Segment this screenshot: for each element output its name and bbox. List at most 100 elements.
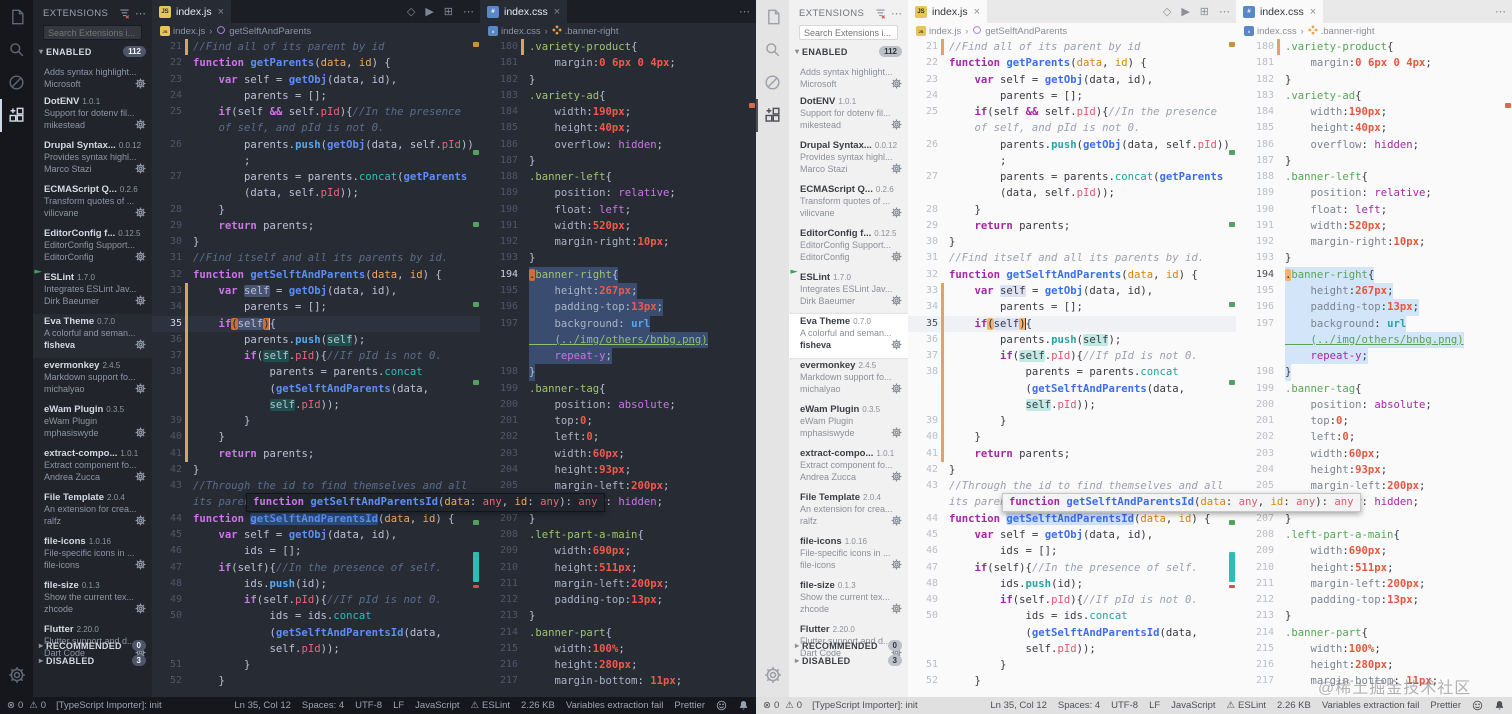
gear-icon[interactable] (891, 339, 902, 350)
gear-icon[interactable] (891, 119, 902, 130)
gear-icon[interactable] (135, 471, 146, 482)
status-javascript[interactable]: JavaScript (1171, 700, 1215, 711)
gear-icon[interactable] (135, 383, 146, 394)
circle-slash-icon[interactable] (756, 66, 789, 99)
extension-item[interactable]: file-size 0.1.3 Show the current tex... zhc… (33, 578, 152, 622)
close-icon[interactable]: × (1310, 6, 1316, 18)
code-editor-css[interactable]: 180 .variety-product{181 margin:0 6px 0 4… (480, 39, 756, 697)
status-lf[interactable]: LF (1149, 700, 1160, 711)
status-spaces-4[interactable]: Spaces: 4 (302, 700, 344, 711)
play-icon[interactable]: ▶ (1181, 5, 1189, 18)
status-lf[interactable]: LF (393, 700, 404, 711)
extension-item[interactable]: File Template 2.0.4 An extension for crea.… (33, 490, 152, 534)
extension-item[interactable]: DotENV 1.0.1 Support for dotenv fil... mike… (789, 94, 908, 138)
status-eslint[interactable]: ⚠ ESLint (1227, 700, 1267, 711)
gear-icon[interactable] (891, 163, 902, 174)
more-actions-icon[interactable]: ⋯ (739, 5, 750, 18)
extension-item[interactable]: extract-compo... 1.0.1 Extract component f… (33, 446, 152, 490)
extension-item[interactable]: ESLint 1.7.0 Integrates ESLint Jav... Dirk … (33, 269, 152, 314)
section-recommended[interactable]: ▸ RECOMMENDED 0 (789, 638, 908, 653)
gear-icon[interactable] (135, 163, 146, 174)
play-icon[interactable]: ▶ (425, 5, 433, 18)
breadcrumb-item[interactable]: JS index.js (160, 26, 205, 37)
gear-icon[interactable] (135, 559, 146, 570)
breadcrumb-item[interactable]: .banner-right (551, 24, 618, 38)
status-spaces-4[interactable]: Spaces: 4 (1058, 700, 1100, 711)
extensions-icon[interactable] (756, 99, 789, 132)
gear-icon[interactable] (891, 78, 902, 89)
search-extensions-input[interactable] (43, 25, 142, 40)
extension-item[interactable]: eWam Plugin 0.3.5 eWam Plugin mphasiswyde (789, 402, 908, 446)
close-icon[interactable]: × (974, 6, 980, 18)
gear-icon[interactable] (891, 471, 902, 482)
section-enabled[interactable]: ▾ ENABLED 112 (33, 44, 152, 59)
status-ln-35-col-12[interactable]: Ln 35, Col 12 (990, 700, 1047, 711)
extension-item[interactable]: extract-compo... 1.0.1 Extract component f… (789, 446, 908, 490)
bell-icon[interactable] (1494, 700, 1505, 711)
status-prettier[interactable]: Prettier (674, 700, 705, 711)
gear-icon[interactable] (135, 427, 146, 438)
gear-icon[interactable] (891, 427, 902, 438)
more-actions-icon[interactable]: ⋯ (463, 5, 474, 18)
split-editor-icon[interactable]: ⊞ (444, 5, 453, 18)
status-eslint[interactable]: ⚠ ESLint (471, 700, 511, 711)
extension-item[interactable]: Drupal Syntax... 0.0.12 Provides syntax hi… (33, 138, 152, 182)
extension-item[interactable]: Adds syntax highlight... Microsoft (33, 64, 152, 94)
code-editor-js[interactable]: 21//Find all of its parent by id 22 functi… (152, 39, 480, 697)
tab-index.js[interactable]: JS index.js × (908, 0, 988, 23)
breadcrumb-item[interactable]: getSelftAndParents (972, 25, 1067, 38)
feedback-smiley-icon[interactable] (1472, 700, 1483, 711)
status-variables-extraction-fail[interactable]: Variables extraction fail (566, 700, 664, 711)
section-enabled[interactable]: ▾ ENABLED 112 (789, 44, 908, 59)
status-utf-8[interactable]: UTF-8 (1111, 700, 1138, 711)
section-disabled[interactable]: ▸ DISABLED 3 (33, 653, 152, 668)
breadcrumb-item[interactable]: .banner-right (1307, 24, 1374, 38)
run-diamond-icon[interactable]: ◇ (1163, 5, 1171, 18)
filter-icon[interactable] (119, 8, 130, 19)
extensions-icon[interactable] (0, 99, 33, 132)
extension-item[interactable]: ECMAScript Q... 0.2.6 Transform quotes of … (789, 182, 908, 226)
gear-icon[interactable] (135, 339, 146, 350)
manage-gear-icon[interactable] (0, 658, 33, 691)
tab-index.css[interactable]: # index.css × (480, 0, 568, 23)
code-editor-js[interactable]: 21//Find all of its parent by id 22 functi… (908, 39, 1236, 697)
gear-icon[interactable] (135, 515, 146, 526)
search-icon[interactable] (756, 33, 789, 66)
status-2-26-kb[interactable]: 2.26 KB (1277, 700, 1311, 711)
extension-item[interactable]: evermonkey 2.4.5 Markdown support fo... mic… (789, 358, 908, 402)
gear-icon[interactable] (891, 603, 902, 614)
more-actions-icon[interactable]: ⋯ (891, 7, 902, 20)
gear-icon[interactable] (135, 251, 146, 262)
code-editor-css[interactable]: 180 .variety-product{181 margin:0 6px 0 4… (1236, 39, 1512, 697)
gear-icon[interactable] (891, 207, 902, 218)
extension-item[interactable]: ESLint 1.7.0 Integrates ESLint Jav... Dirk … (789, 269, 908, 314)
status-prettier[interactable]: Prettier (1430, 700, 1461, 711)
gear-icon[interactable] (891, 559, 902, 570)
search-icon[interactable] (0, 33, 33, 66)
search-extensions-input[interactable] (799, 25, 898, 40)
run-diamond-icon[interactable]: ◇ (407, 5, 415, 18)
extension-item[interactable]: file-size 0.1.3 Show the current tex... zhc… (789, 578, 908, 622)
section-disabled[interactable]: ▸ DISABLED 3 (789, 653, 908, 668)
extension-item[interactable]: file-icons 1.0.16 File-specific icons in .… (789, 534, 908, 578)
more-actions-icon[interactable]: ⋯ (1495, 5, 1506, 18)
circle-slash-icon[interactable] (0, 66, 33, 99)
extension-item[interactable]: Eva Theme 0.7.0 A colorful and seman... fis… (789, 314, 908, 358)
extension-item[interactable]: EditorConfig f... 0.12.5 EditorConfig Supp… (789, 226, 908, 270)
more-actions-icon[interactable]: ⋯ (1219, 5, 1230, 18)
gear-icon[interactable] (135, 603, 146, 614)
gear-icon[interactable] (135, 207, 146, 218)
extension-item[interactable]: DotENV 1.0.1 Support for dotenv fil... mike… (33, 94, 152, 138)
breadcrumb-item[interactable]: JS index.js (916, 26, 961, 37)
breadcrumb-item[interactable]: # index.css (1244, 26, 1297, 37)
tab-index.css[interactable]: # index.css × (1236, 0, 1324, 23)
extension-item[interactable]: Drupal Syntax... 0.0.12 Provides syntax hi… (789, 138, 908, 182)
gear-icon[interactable] (135, 78, 146, 89)
gear-icon[interactable] (135, 119, 146, 130)
breadcrumb-item[interactable]: getSelftAndParents (216, 25, 311, 38)
status-variables-extraction-fail[interactable]: Variables extraction fail (1322, 700, 1420, 711)
split-editor-icon[interactable]: ⊞ (1200, 5, 1209, 18)
extension-item[interactable]: File Template 2.0.4 An extension for crea.… (789, 490, 908, 534)
extension-item[interactable]: Eva Theme 0.7.0 A colorful and seman... fis… (33, 314, 152, 358)
extension-item[interactable]: eWam Plugin 0.3.5 eWam Plugin mphasiswyde (33, 402, 152, 446)
